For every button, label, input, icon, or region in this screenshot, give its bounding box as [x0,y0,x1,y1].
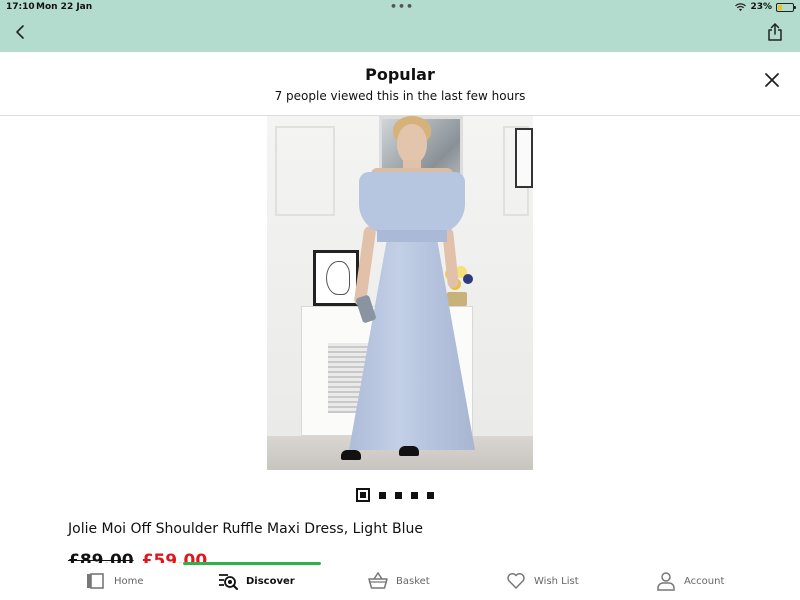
home-icon [87,573,104,589]
popular-subtitle: 7 people viewed this in the last few hou… [274,89,526,103]
product-name: Jolie Moi Off Shoulder Ruffle Maxi Dress… [68,521,423,537]
popular-title: Popular [365,65,435,84]
battery-percent: 23% [750,2,772,12]
popular-banner: Popular 7 people viewed this in the last… [0,52,800,116]
model-shoe [399,446,419,456]
nav-basket-label: Basket [396,575,430,587]
model-shoe [341,450,361,460]
status-date: Mon 22 Jan [36,2,93,12]
battery-icon [776,2,796,12]
nav-discover[interactable]: Discover [218,571,295,591]
basket-icon [368,571,388,589]
nav-home-label: Home [114,575,144,587]
discover-icon [219,574,238,590]
status-bar: 17:10 Mon 22 Jan ••• 23% [0,0,800,14]
nav-home[interactable]: Home [86,571,144,591]
carousel-dot[interactable] [395,491,402,499]
original-price: £89.00 [68,551,134,563]
product-image[interactable] [267,116,533,470]
nav-wish-list-label: Wish List [534,575,579,587]
carousel-dots [356,488,434,502]
carousel-dot[interactable] [411,491,418,499]
close-icon[interactable] [764,72,780,88]
heart-icon [507,573,525,589]
dress-waistband [377,230,447,242]
status-right: 23% [735,2,796,12]
model-head [397,124,427,164]
multitasking-dots-icon[interactable]: ••• [390,0,414,13]
carousel-dot[interactable] [356,488,370,502]
nav-account-label: Account [684,575,725,587]
nav-wish-list[interactable]: Wish List [506,571,579,591]
carousel-dot[interactable] [379,491,386,499]
wall-panel [275,126,335,216]
picture-frame [313,250,359,306]
share-icon[interactable] [766,22,784,42]
nav-account[interactable]: Account [656,571,724,591]
wifi-icon [735,2,747,11]
chevron-left-icon[interactable] [12,23,30,41]
battery-fill [778,4,782,10]
wall-artwork [515,128,533,188]
vase [447,292,467,306]
bottom-nav: Home Discover Basket Wish List Account [0,565,800,600]
account-icon [657,572,675,591]
carousel-dot[interactable] [427,491,434,499]
app-top-bar: 17:10 Mon 22 Jan ••• 23% [0,0,800,52]
nav-discover-label: Discover [246,575,295,587]
status-time: 17:10 [6,2,35,12]
dress-ruffle [359,172,465,234]
flower [463,274,473,284]
nav-basket[interactable]: Basket [368,571,430,591]
